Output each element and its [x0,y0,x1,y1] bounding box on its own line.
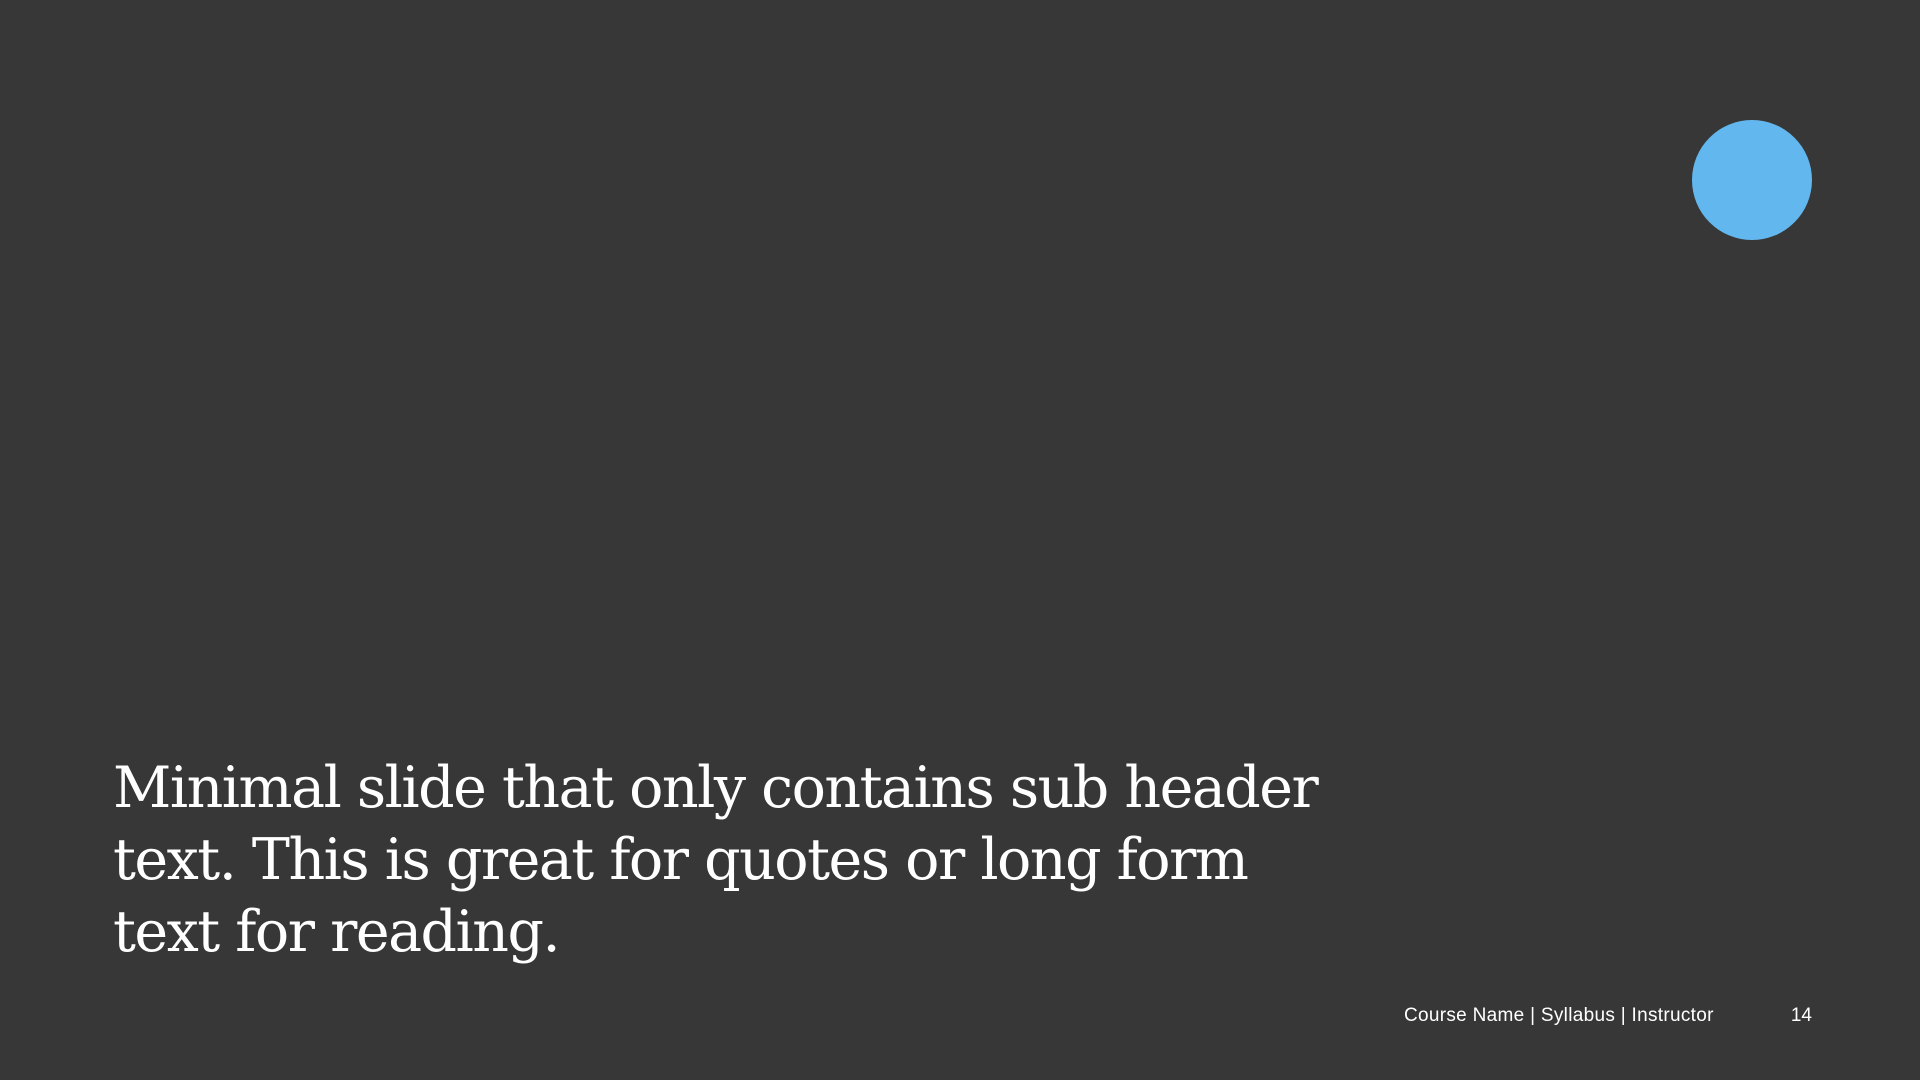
page-number: 14 [1790,1005,1812,1026]
footer-course-info: Course Name | Syllabus | Instructor [1404,1005,1714,1026]
slide: Minimal slide that only contains sub hea… [0,0,1920,1080]
accent-circle [1692,120,1812,240]
sub-header-text: Minimal slide that only contains sub hea… [113,755,1319,965]
